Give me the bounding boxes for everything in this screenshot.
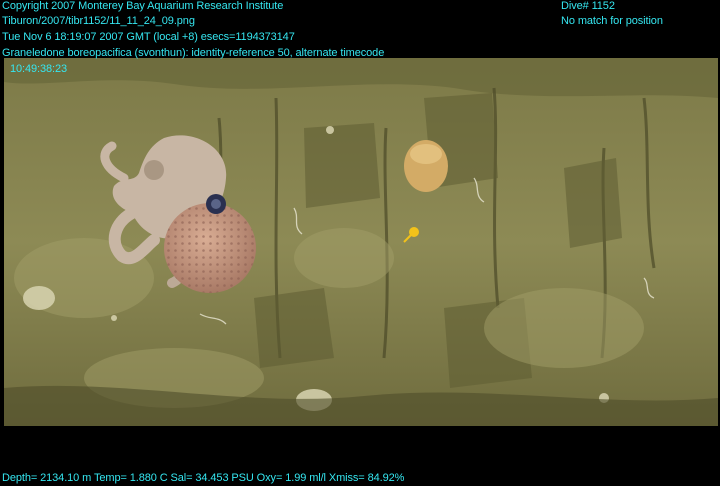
datetime-text: Tue Nov 6 18:19:07 2007 GMT (local +8) e… (2, 31, 295, 43)
annotation-text: Graneledone boreopacifica (svonthun): id… (2, 47, 385, 59)
file-path-text: Tiburon/2007/tibr1152/11_11_24_09.png (2, 15, 195, 27)
position-status-text: No match for position (561, 15, 663, 27)
copyright-text: Copyright 2007 Monterey Bay Aquarium Res… (2, 0, 284, 12)
timecode-text: 10:49:38:23 (10, 63, 68, 75)
telemetry-text: Depth= 2134.10 m Temp= 1.880 C Sal= 34.4… (2, 472, 405, 484)
video-frame: Copyright 2007 Monterey Bay Aquarium Res… (0, 0, 720, 486)
cup-organism (404, 140, 448, 192)
dive-number-text: Dive# 1152 (561, 0, 615, 12)
seafloor-image (4, 58, 718, 426)
